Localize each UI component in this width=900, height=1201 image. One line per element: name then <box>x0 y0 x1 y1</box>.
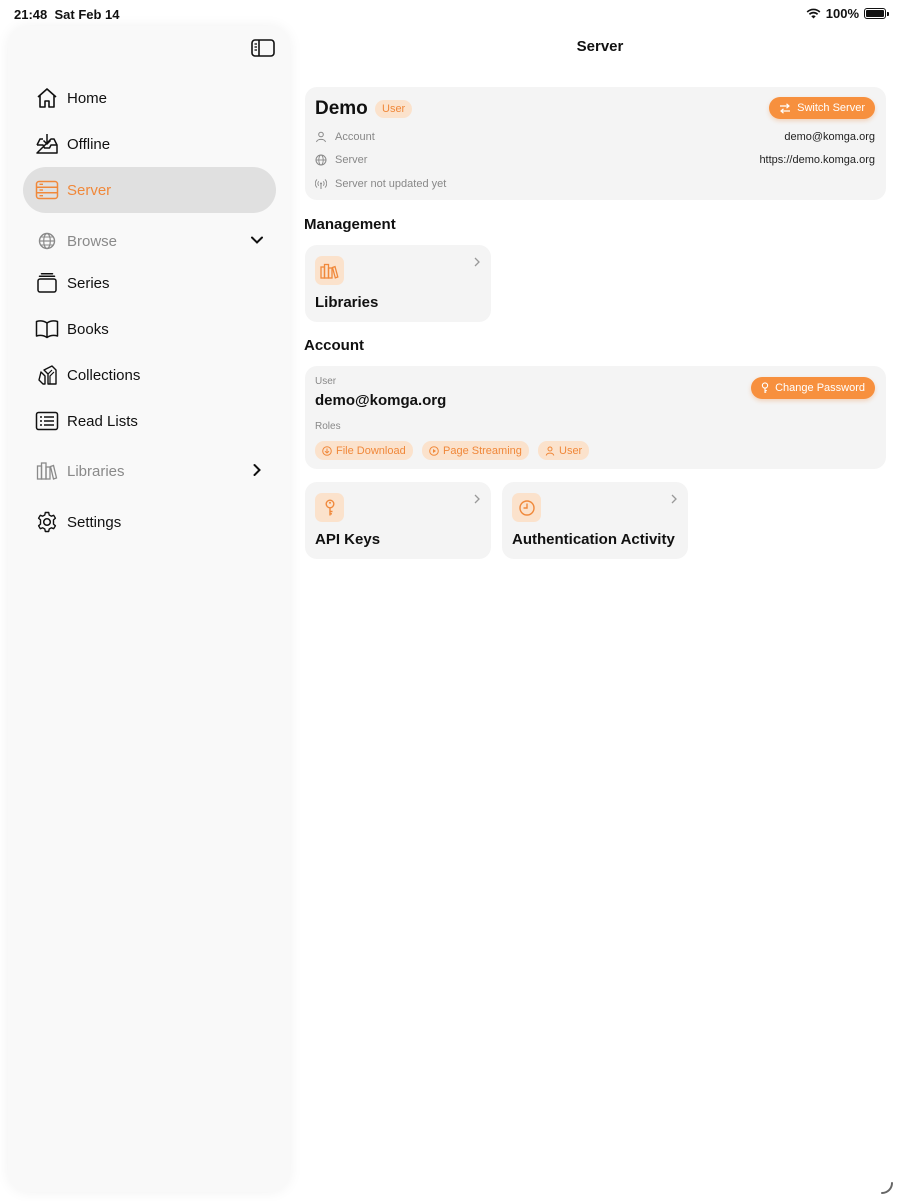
sidebar-item-label: Collections <box>67 366 141 384</box>
account-row: Account <box>315 131 375 143</box>
authentication-activity-tile[interactable]: Authentication Activity <box>502 482 688 559</box>
server-label: Server <box>335 154 368 166</box>
battery-percent: 100% <box>825 6 859 21</box>
sidebar-section-label: Libraries <box>67 462 125 480</box>
sidebar-item-server[interactable]: Server <box>23 167 276 213</box>
chevron-right-icon <box>474 494 480 504</box>
switch-server-button[interactable]: Switch Server <box>769 97 875 119</box>
resize-corner-icon <box>881 1182 893 1194</box>
server-url-value: https://demo.komga.org <box>759 154 875 166</box>
person-icon <box>545 446 555 456</box>
role-chip-user: User <box>538 441 590 460</box>
sidebar-section-libraries[interactable]: Libraries <box>23 448 276 494</box>
page-title: Server <box>576 38 624 55</box>
user-label: User <box>315 376 337 387</box>
sidebar-item-settings[interactable]: Settings <box>23 499 276 545</box>
sidebar-item-home[interactable]: Home <box>23 75 276 121</box>
key-icon <box>761 382 769 393</box>
book-open-icon <box>35 317 59 341</box>
sidebar-item-label: Home <box>67 89 108 107</box>
sidebar-section-label: Browse <box>67 232 118 250</box>
books-shelf-icon <box>35 459 59 483</box>
antenna-signal-icon <box>315 179 327 189</box>
sidebar-item-label: Server <box>67 181 112 199</box>
change-password-button[interactable]: Change Password <box>751 377 875 399</box>
server-name: Demo <box>315 98 368 119</box>
account-label: Account <box>335 131 375 143</box>
sidebar: Home Offline Server Browse Series Books <box>8 26 290 1192</box>
role-chip-label: File Download <box>336 444 406 457</box>
account-value: demo@komga.org <box>784 131 875 143</box>
chevron-right-icon <box>474 257 480 267</box>
status-indicators: 100% <box>806 6 889 21</box>
account-heading: Account <box>304 337 364 354</box>
chevron-right-icon <box>671 494 677 504</box>
api-keys-tile-label: API Keys <box>315 531 381 548</box>
server-status-text: Server not updated yet <box>335 178 447 190</box>
key-icon <box>315 493 344 522</box>
sidebar-item-label: Settings <box>67 513 122 531</box>
user-email: demo@komga.org <box>315 392 447 409</box>
wifi-icon <box>806 8 821 19</box>
chevron-right-icon <box>253 464 261 476</box>
books-shelf-icon <box>315 256 344 285</box>
download-circle-icon <box>322 445 332 456</box>
chevron-down-icon <box>251 236 263 244</box>
change-password-label: Change Password <box>775 382 865 394</box>
status-time: 21:48 <box>14 7 48 22</box>
clock-icon <box>512 493 541 522</box>
authentication-activity-tile-label: Authentication Activity <box>512 531 675 548</box>
role-chip-file-download: File Download <box>315 441 413 460</box>
gear-icon <box>35 510 59 534</box>
management-heading: Management <box>304 216 396 233</box>
person-icon <box>316 131 326 143</box>
globe-icon <box>315 154 327 166</box>
switch-server-label: Switch Server <box>797 102 865 114</box>
role-chip-page-streaming: Page Streaming <box>422 441 529 460</box>
sidebar-item-label: Books <box>67 320 109 338</box>
tray-download-icon <box>35 132 59 156</box>
role-badge: User <box>375 100 413 118</box>
sidebar-item-label: Read Lists <box>67 412 138 430</box>
collections-icon <box>35 363 59 387</box>
server-card: Demo User Switch Server Account demo@kom… <box>305 87 886 200</box>
sidebar-item-offline[interactable]: Offline <box>23 121 276 167</box>
list-icon <box>35 409 59 433</box>
role-badge-label: User <box>382 103 406 115</box>
globe-icon <box>35 229 59 253</box>
status-date: Sat Feb 14 <box>54 7 120 22</box>
server-row: Server <box>315 154 367 166</box>
roles-label: Roles <box>315 421 341 432</box>
status-bar: 21:48 Sat Feb 14 100% <box>0 0 900 28</box>
account-card: User demo@komga.org Change Password Role… <box>305 366 886 469</box>
sidebar-item-series[interactable]: Series <box>23 260 276 306</box>
sidebar-item-label: Series <box>67 274 110 292</box>
sidebar-item-label: Offline <box>67 135 111 153</box>
status-time-date: 21:48 Sat Feb 14 <box>14 7 120 22</box>
house-icon <box>35 86 59 110</box>
sidebar-item-collections[interactable]: Collections <box>23 352 276 398</box>
libraries-tile-label: Libraries <box>315 294 379 311</box>
arrows-swap-icon <box>780 102 791 114</box>
sidebar-toggle-icon[interactable] <box>251 38 275 58</box>
api-keys-tile[interactable]: API Keys <box>305 482 491 559</box>
play-circle-icon <box>429 445 439 456</box>
sidebar-item-read-lists[interactable]: Read Lists <box>23 398 276 444</box>
server-rack-icon <box>35 178 59 202</box>
stack-icon <box>35 271 59 295</box>
role-chip-label: User <box>559 444 583 457</box>
battery-icon <box>864 8 889 19</box>
sidebar-section-browse[interactable]: Browse <box>23 218 276 264</box>
role-chip-label: Page Streaming <box>443 444 522 457</box>
server-status-row: Server not updated yet <box>315 178 446 190</box>
sidebar-item-books[interactable]: Books <box>23 306 276 352</box>
libraries-tile[interactable]: Libraries <box>305 245 491 322</box>
